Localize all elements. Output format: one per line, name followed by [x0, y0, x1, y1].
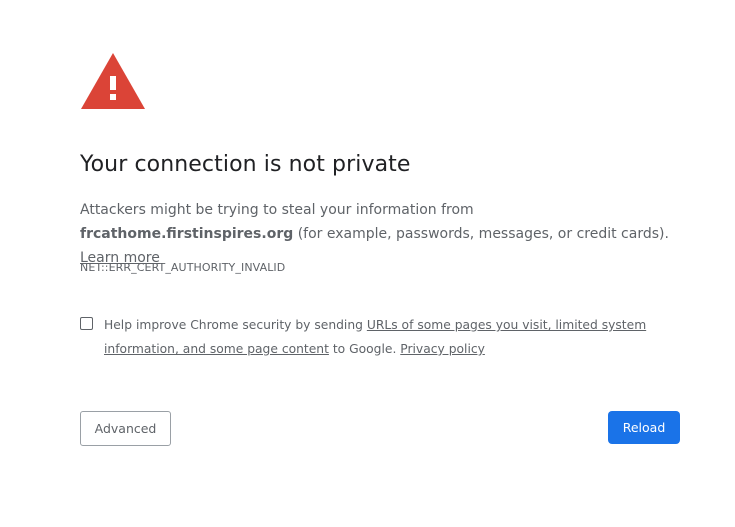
warning-triangle-icon: [81, 53, 145, 109]
privacy-policy-link[interactable]: Privacy policy: [400, 342, 485, 356]
error-code: NET::ERR_CERT_AUTHORITY_INVALID: [80, 261, 286, 274]
hostname: frcathome.firstinspires.org: [80, 226, 294, 242]
description-text-cont: (for example, passwords, messages, or cr…: [293, 226, 669, 242]
error-description: Attackers might be trying to steal your …: [80, 198, 680, 270]
page-title: Your connection is not private: [80, 152, 411, 177]
security-optin-label: Help improve Chrome security by sending …: [104, 313, 664, 361]
reload-button[interactable]: Reload: [608, 411, 680, 444]
optin-text: Help improve Chrome security by sending: [104, 318, 367, 332]
optin-text-cont: to Google.: [328, 342, 401, 356]
advanced-button[interactable]: Advanced: [80, 411, 171, 446]
security-optin-checkbox[interactable]: [80, 317, 93, 330]
description-text: Attackers might be trying to steal your …: [80, 202, 474, 218]
interstitial-page: Your connection is not private Attackers…: [0, 0, 735, 527]
